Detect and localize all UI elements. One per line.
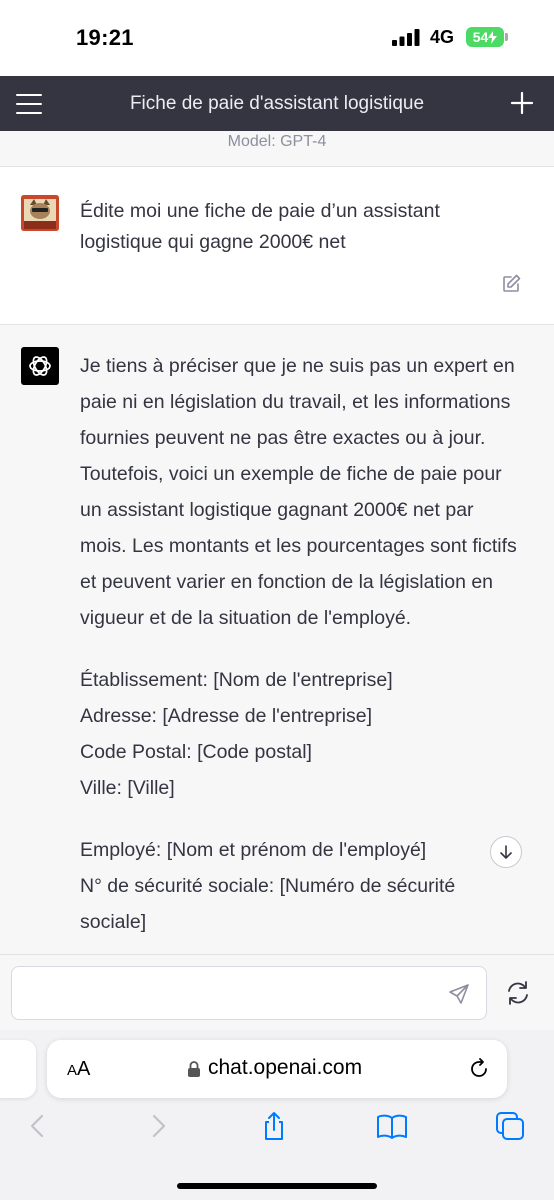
home-indicator (177, 1183, 377, 1189)
company-line: Ville: [Ville] (80, 777, 175, 799)
company-line: Code Postal: [Code postal] (80, 741, 312, 763)
previous-tab-preview[interactable] (0, 1040, 36, 1098)
composer (0, 954, 554, 1030)
battery-nub (505, 33, 508, 41)
assistant-message-text: Je tiens à préciser que je ne suis pas u… (80, 348, 520, 954)
signal-icon (392, 29, 420, 46)
regenerate-button[interactable] (505, 980, 531, 1006)
share-button[interactable] (258, 1110, 290, 1142)
send-button[interactable] (448, 983, 470, 1005)
menu-button[interactable] (16, 94, 42, 114)
edit-icon[interactable] (502, 273, 522, 293)
model-label: Model: GPT-4 (0, 131, 554, 157)
user-avatar (21, 195, 59, 231)
url-text[interactable]: chat.openai.com (208, 1056, 362, 1080)
employee-line: Employé: [Nom et prénom de l'employé] (80, 839, 427, 861)
charging-bolt-icon (488, 30, 498, 44)
employee-block: Employé: [Nom et prénom de l'employé] N°… (80, 832, 520, 940)
lock-icon (188, 1061, 200, 1077)
assistant-message: Je tiens à préciser que je ne suis pas u… (0, 326, 554, 954)
company-line: Adresse: [Adresse de l'entreprise] (80, 705, 373, 727)
company-line: Établissement: [Nom de l'entreprise] (80, 669, 393, 691)
status-bar: 19:21 4G 54 (0, 0, 554, 76)
forward-button[interactable] (142, 1110, 174, 1142)
status-time: 19:21 (76, 25, 134, 50)
address-bar[interactable]: AA chat.openai.com (47, 1040, 507, 1098)
battery-level: 54 (472, 29, 489, 45)
openai-logo-icon (21, 347, 59, 385)
user-message: Édite moi une fiche de paie d’un assista… (0, 167, 554, 325)
reload-icon[interactable] (467, 1057, 491, 1081)
new-chat-button[interactable] (510, 91, 534, 115)
assistant-intro: Je tiens à préciser que je ne suis pas u… (80, 355, 517, 629)
user-avatar-image (21, 195, 59, 231)
battery-icon: 54 (466, 27, 504, 47)
employee-line: N° de sécurité sociale: [Numéro de sécur… (80, 875, 456, 933)
arrow-down-icon (500, 845, 512, 859)
tabs-button[interactable] (494, 1110, 526, 1142)
company-block: Établissement: [Nom de l'entreprise] Adr… (80, 662, 520, 806)
back-button[interactable] (22, 1110, 54, 1142)
scroll-down-button[interactable] (490, 836, 522, 868)
chat-header: Fiche de paie d'assistant logistique (0, 76, 554, 131)
user-message-text: Édite moi une fiche de paie d’un assista… (80, 200, 440, 253)
reader-settings-button[interactable]: AA (67, 1058, 90, 1081)
browser-toolbar: AA chat.openai.com (0, 1030, 554, 1200)
bookmarks-button[interactable] (376, 1110, 408, 1142)
network-type: 4G (430, 27, 455, 47)
chat-title: Fiche de paie d'assistant logistique (129, 93, 425, 114)
message-input[interactable] (11, 966, 487, 1020)
